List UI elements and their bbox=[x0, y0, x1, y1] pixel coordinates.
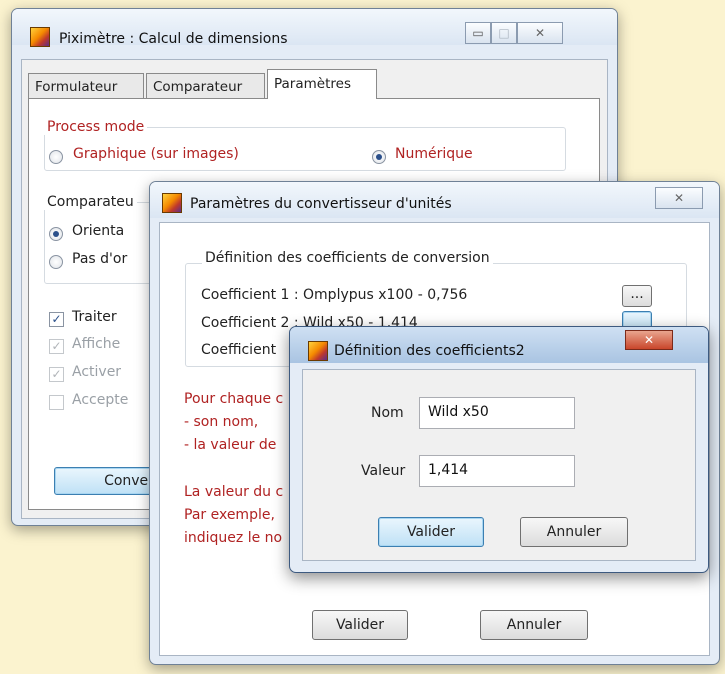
name-field-label: Nom bbox=[371, 405, 404, 421]
radio-orientation-label[interactable]: Orienta bbox=[72, 223, 124, 239]
converter-window-title: Paramètres du convertisseur d'unités bbox=[190, 196, 452, 212]
converter-close-icon[interactable]: ✕ bbox=[655, 187, 703, 209]
checkbox-affiche-label: Affiche bbox=[72, 336, 121, 352]
checkbox-traiter[interactable]: ✓ bbox=[49, 312, 64, 327]
coefficient-1-label: Coefficient 1 : Omplypus x100 - 0,756 bbox=[201, 287, 468, 303]
radio-pas-orientation-label[interactable]: Pas d'or bbox=[72, 251, 127, 267]
main-window-title: Piximètre : Calcul de dimensions bbox=[59, 31, 288, 47]
radio-numerique-label[interactable]: Numérique bbox=[395, 146, 473, 162]
checkbox-accepte-label: Accepte bbox=[72, 392, 129, 408]
process-mode-label: Process mode bbox=[44, 119, 148, 135]
radio-graphique-label[interactable]: Graphique (sur images) bbox=[73, 146, 239, 162]
radio-orientation[interactable] bbox=[49, 227, 63, 241]
radio-pas-orientation[interactable] bbox=[49, 255, 63, 269]
coefficient-validate-button[interactable]: Valider bbox=[378, 517, 484, 547]
close-icon[interactable]: ✕ bbox=[517, 22, 563, 44]
piximetre-app-icon bbox=[30, 27, 50, 47]
coefficient-dialog-app-icon bbox=[308, 341, 328, 361]
converter-cancel-button[interactable]: Annuler bbox=[480, 610, 588, 640]
help-line-3: - la valeur de bbox=[184, 437, 277, 453]
converter-window-titlebar[interactable]: Paramètres du convertisseur d'unités ✕ bbox=[150, 182, 719, 218]
coefficients-group-label: Définition des coefficients de conversio… bbox=[202, 250, 493, 266]
radio-graphique[interactable] bbox=[49, 150, 63, 164]
help-line-4: La valeur du c bbox=[184, 484, 284, 500]
main-window-titlebar[interactable]: Piximètre : Calcul de dimensions ▭ □ ✕ bbox=[12, 9, 617, 47]
value-input[interactable]: 1,414 bbox=[419, 455, 575, 487]
tab-formulateur[interactable]: Formulateur bbox=[28, 73, 144, 99]
converter-app-icon bbox=[162, 193, 182, 213]
coefficient-dialog-title: Définition des coefficients2 bbox=[334, 343, 525, 359]
help-line-1: Pour chaque c bbox=[184, 391, 284, 407]
checkbox-affiche: ✓ bbox=[49, 339, 64, 354]
radio-numerique[interactable] bbox=[372, 150, 386, 164]
maximize-icon[interactable]: □ bbox=[491, 22, 517, 44]
coefficient-3-label: Coefficient bbox=[201, 342, 277, 358]
converter-validate-button[interactable]: Valider bbox=[312, 610, 408, 640]
help-line-5: Par exemple, bbox=[184, 507, 275, 523]
coefficient-dialog: Définition des coefficients2 ✕ Nom Wild … bbox=[289, 326, 709, 573]
name-input[interactable]: Wild x50 bbox=[419, 397, 575, 429]
coefficient-dialog-titlebar[interactable]: Définition des coefficients2 ✕ bbox=[290, 327, 708, 363]
value-field-label: Valeur bbox=[361, 463, 406, 479]
tab-comparateur[interactable]: Comparateur bbox=[146, 73, 265, 99]
coefficient-cancel-button[interactable]: Annuler bbox=[520, 517, 628, 547]
checkbox-activer: ✓ bbox=[49, 367, 64, 382]
comparateur-group-label: Comparateu bbox=[44, 194, 137, 210]
help-line-2: - son nom, bbox=[184, 414, 259, 430]
checkbox-traiter-label[interactable]: Traiter bbox=[72, 309, 117, 325]
checkbox-activer-label: Activer bbox=[72, 364, 122, 380]
coefficient-dialog-client: Nom Wild x50 Valeur 1,414 Valider Annule… bbox=[302, 369, 696, 561]
minimize-icon[interactable]: ▭ bbox=[465, 22, 491, 44]
checkbox-accepte bbox=[49, 395, 64, 410]
browse-coefficient-1-button[interactable]: ... bbox=[622, 285, 652, 307]
help-line-6: indiquez le no bbox=[184, 530, 283, 546]
tab-parametres[interactable]: Paramètres bbox=[267, 69, 377, 99]
coefficient-dialog-close-icon[interactable]: ✕ bbox=[625, 330, 673, 350]
